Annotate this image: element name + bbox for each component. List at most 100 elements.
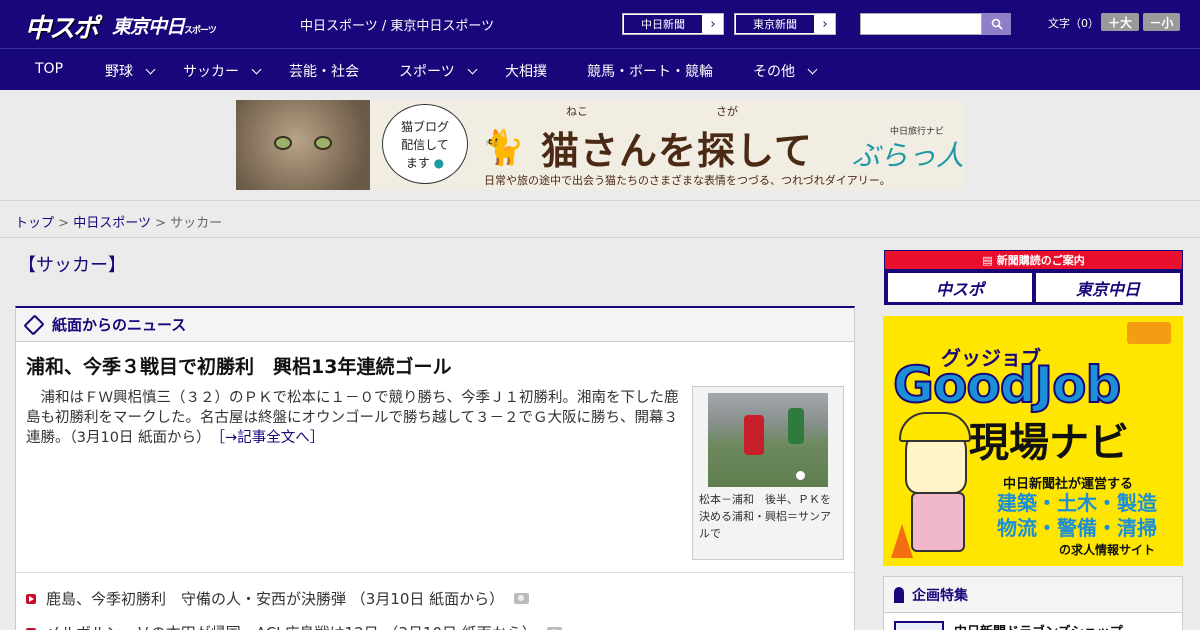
search-icon bbox=[991, 18, 1003, 30]
photo-caption: 松本－浦和 後半、ＰＫを決める浦和・興梠＝サンアルで bbox=[699, 493, 831, 540]
page-title: 【サッカー】 bbox=[18, 255, 126, 276]
search-button[interactable] bbox=[982, 13, 1011, 35]
subscription-box[interactable]: ▤ 新聞購読のご案内 中スポ 東京中日 bbox=[884, 250, 1183, 305]
chunichi-shimbun-link[interactable]: 中日新聞 › bbox=[622, 13, 724, 35]
goodjob-title: GoodJob bbox=[892, 355, 1122, 415]
bubble-line: 猫ブログ bbox=[400, 120, 449, 134]
ad-zone: 猫ブログ 配信して ます ● 🐈 ねこ さが 猫さんを探して 中日旅行ナビ ぶら… bbox=[0, 90, 1200, 200]
tokyo-shimbun-label: 東京新聞 bbox=[735, 14, 815, 34]
tag-icon bbox=[23, 313, 45, 336]
nav-label: スポーツ bbox=[399, 64, 455, 80]
lead-photo-card[interactable]: 松本－浦和 後半、ＰＫを決める浦和・興梠＝サンアルで bbox=[692, 386, 844, 560]
subscription-header: ▤ 新聞購読のご案内 bbox=[885, 251, 1182, 269]
font-larger-button[interactable]: ＋大 bbox=[1101, 13, 1139, 31]
breadcrumb-chunichi[interactable]: 中日スポーツ bbox=[73, 216, 151, 231]
section-title: 紙面からのニュース bbox=[52, 316, 187, 334]
bubble-line-text: ます bbox=[405, 156, 430, 170]
cat-eye bbox=[314, 136, 332, 150]
paw-icon: ● bbox=[433, 156, 445, 170]
cat-photo bbox=[236, 100, 370, 190]
special-features-title: 企画特集 bbox=[912, 587, 968, 604]
sub-chuspo-logo[interactable]: 中スポ bbox=[888, 273, 1032, 302]
nav-entertainment[interactable]: 芸能・社会 bbox=[289, 61, 359, 81]
news-list-item[interactable]: メルボルン・Ｖの本田が帰国 ACL広島戦は12日 （3月10日 紙面から） bbox=[26, 622, 562, 630]
chevron-right-icon: › bbox=[703, 14, 723, 34]
feature-label: 中日新聞ドラゴンズショップ bbox=[954, 621, 1123, 630]
breadcrumb-sep: > bbox=[58, 216, 70, 231]
subscription-title: 新聞購読のご案内 bbox=[996, 254, 1085, 267]
news-list-text: 鹿島、今季初勝利 守備の人・安西が決勝弾 （3月10日 紙面から） bbox=[46, 590, 505, 608]
nav-sumo[interactable]: 大相撲 bbox=[505, 61, 547, 81]
tokyo-logo-text: 東京中日 bbox=[112, 16, 185, 38]
main-nav: TOP 野球 サッカー 芸能・社会 スポーツ 大相撲 競馬・ボート・競輪 その他 bbox=[0, 48, 1200, 90]
tokyo-logo-small: スポーツ bbox=[184, 26, 217, 36]
breadcrumb-top[interactable]: トップ bbox=[15, 216, 54, 231]
news-section: 紙面からのニュース 浦和、今季３戦目で初勝利 興梠13年連続ゴール 浦和はＦＷ興… bbox=[15, 306, 855, 630]
speech-bubble: 猫ブログ 配信して ます ● bbox=[382, 104, 468, 184]
read-more-link[interactable]: ［→記事全文へ］ bbox=[218, 430, 324, 446]
camera-icon bbox=[514, 593, 530, 604]
chevron-down-icon bbox=[807, 64, 818, 74]
nav-label: 大相撲 bbox=[505, 64, 547, 80]
search-input[interactable] bbox=[860, 13, 982, 35]
banner-brand: ぶらっ人 bbox=[852, 139, 964, 172]
breadcrumb: トップ > 中日スポーツ > サッカー bbox=[15, 212, 222, 231]
goodjob-line: 中日新聞社が運営する bbox=[1003, 477, 1134, 492]
nav-racing[interactable]: 競馬・ボート・競輪 bbox=[587, 61, 713, 81]
nav-sports[interactable]: スポーツ bbox=[399, 61, 478, 81]
chevron-down-icon bbox=[251, 64, 262, 74]
goodjob-navi: 現場ナビ bbox=[969, 420, 1129, 466]
helmet-icon bbox=[899, 412, 971, 442]
cat-eye bbox=[274, 136, 292, 150]
banner-title: 猫さんを探して bbox=[541, 128, 813, 173]
breadcrumb-current: サッカー bbox=[170, 216, 223, 231]
nav-label: 競馬・ボート・競輪 bbox=[587, 64, 713, 80]
goodjob-line: 物流・警備・清掃 bbox=[997, 516, 1157, 540]
cat-blog-banner[interactable]: 猫ブログ 配信して ます ● 🐈 ねこ さが 猫さんを探して 中日旅行ナビ ぶら… bbox=[236, 100, 964, 190]
chevron-right-icon: › bbox=[815, 14, 835, 34]
ruby-neko: ねこ bbox=[566, 105, 588, 118]
soccer-ball bbox=[796, 471, 805, 480]
bubble-line: 配信して bbox=[401, 138, 449, 152]
news-list-item[interactable]: 鹿島、今季初勝利 守備の人・安西が決勝弾 （3月10日 紙面から） bbox=[26, 588, 530, 609]
news-list-text: メルボルン・Ｖの本田が帰国 ACL広島戦は12日 （3月10日 紙面から） bbox=[46, 622, 537, 630]
special-feature-item[interactable]: 中日新聞ドラゴンズショップ bbox=[894, 621, 1123, 630]
nav-other[interactable]: その他 bbox=[753, 61, 818, 81]
nav-top[interactable]: TOP bbox=[35, 61, 63, 77]
goodjob-line: の求人情報サイト bbox=[1059, 543, 1156, 557]
ribbon-icon bbox=[894, 586, 904, 603]
nav-label: サッカー bbox=[183, 64, 239, 80]
nav-baseball[interactable]: 野球 bbox=[105, 61, 156, 81]
nav-label: その他 bbox=[753, 64, 795, 80]
lead-article-text: 浦和はＦＷ興梠慎三（３２）のＰＫで松本に１－０で競り勝ち、今季Ｊ１初勝利。湘南を… bbox=[26, 390, 679, 446]
bubble-line: ます ● bbox=[383, 154, 467, 172]
font-size-label: 文字（0） bbox=[1048, 17, 1099, 30]
traffic-cone-icon bbox=[891, 524, 913, 558]
chuspo-logo[interactable]: 中スポ bbox=[25, 8, 99, 45]
truck-icon bbox=[1127, 322, 1171, 344]
worker-body bbox=[911, 492, 965, 552]
player-figure bbox=[788, 408, 804, 444]
nav-soccer[interactable]: サッカー bbox=[183, 61, 262, 81]
newspaper-icon: ▤ bbox=[982, 253, 993, 267]
site-names: 中日スポーツ / 東京中日スポーツ bbox=[300, 19, 495, 34]
tokyo-shimbun-link[interactable]: 東京新聞 › bbox=[734, 13, 836, 35]
section-header: 紙面からのニュース bbox=[16, 308, 854, 342]
site-header: 中スポ 東京中日スポーツ 中日スポーツ / 東京中日スポーツ 中日新聞 › 東京… bbox=[0, 0, 1200, 48]
lead-article-title[interactable]: 浦和、今季３戦目で初勝利 興梠13年連続ゴール bbox=[26, 352, 451, 379]
goodjob-ad[interactable]: グッジョブ GoodJob 現場ナビ 中日新聞社が運営する 建築・土木・製造 物… bbox=[883, 316, 1183, 566]
nav-label: 芸能・社会 bbox=[289, 64, 359, 80]
chevron-down-icon bbox=[145, 64, 156, 74]
banner-subtitle: 日常や旅の途中で出会う猫たちのさまざまな表情をつづる、つれづれダイアリー。 bbox=[484, 174, 891, 187]
sub-tokyo-logo[interactable]: 東京中日 bbox=[1036, 273, 1180, 302]
breadcrumb-bar: トップ > 中日スポーツ > サッカー bbox=[0, 200, 1200, 238]
lead-article-body: 浦和はＦＷ興梠慎三（３２）のＰＫで松本に１－０で競り勝ち、今季Ｊ１初勝利。湘南を… bbox=[26, 388, 684, 448]
chevron-down-icon bbox=[467, 64, 478, 74]
player-figure bbox=[744, 415, 764, 455]
tokyo-chunichi-logo[interactable]: 東京中日スポーツ bbox=[112, 12, 217, 39]
lead-photo bbox=[708, 393, 828, 487]
nav-label: TOP bbox=[35, 61, 64, 77]
nav-label: 野球 bbox=[105, 64, 133, 80]
special-features-header: 企画特集 bbox=[884, 577, 1182, 613]
font-smaller-button[interactable]: －小 bbox=[1143, 13, 1180, 31]
